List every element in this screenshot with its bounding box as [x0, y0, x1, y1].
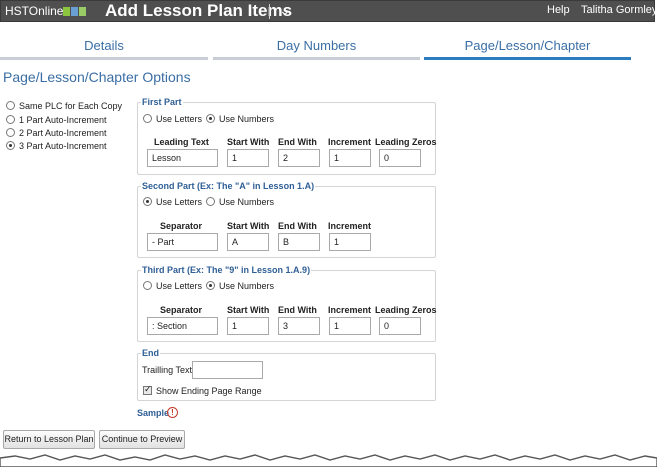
first-end-input[interactable]: 2 [278, 149, 320, 167]
radio-icon[interactable] [206, 114, 215, 123]
radio-icon[interactable] [6, 115, 15, 124]
tab-page-lesson-chapter-bar [424, 57, 631, 60]
start-with-header: Start With [227, 305, 270, 315]
radio-icon[interactable] [6, 101, 15, 110]
separator-header: Separator [160, 305, 203, 315]
option-label: Use Letters [156, 197, 203, 207]
second-use-letters[interactable]: Use Letters [143, 197, 202, 207]
tab-details-bar [0, 57, 208, 60]
second-start-input[interactable]: A [227, 233, 269, 251]
third-separator-input[interactable]: : Section [147, 317, 218, 335]
option-label: Use Numbers [219, 281, 275, 291]
logo-text[interactable]: HSTOnline [5, 4, 63, 18]
radio-icon[interactable] [206, 281, 215, 290]
show-ending-range[interactable]: Show Ending Page Range [143, 384, 262, 396]
plc-mode-3-part[interactable]: 3 Part Auto-Increment [6, 141, 107, 151]
third-end-input[interactable]: 3 [278, 317, 320, 335]
radio-icon[interactable] [143, 281, 152, 290]
end-with-header: End With [278, 137, 317, 147]
leading-zeros-header: Leading Zeros [375, 305, 437, 315]
leading-zeros-header: Leading Zeros [375, 137, 437, 147]
checkbox-label: Show Ending Page Range [156, 386, 262, 396]
warning-icon[interactable]: ! [167, 407, 178, 418]
plc-mode-label: 1 Part Auto-Increment [19, 115, 107, 125]
tab-details[interactable]: Details [0, 38, 208, 60]
help-link[interactable]: Help [547, 4, 570, 16]
increment-header: Increment [328, 137, 372, 147]
third-leading-zeros-input[interactable]: 0 [379, 317, 421, 335]
plc-mode-same[interactable]: Same PLC for Each Copy [6, 101, 122, 111]
increment-header: Increment [328, 221, 372, 231]
first-use-letters[interactable]: Use Letters [143, 114, 202, 124]
first-leading-zeros-input[interactable]: 0 [379, 149, 421, 167]
third-use-numbers[interactable]: Use Numbers [206, 281, 274, 291]
continue-button[interactable]: Continue to Preview [99, 430, 185, 449]
chevron-down-icon[interactable]: ⌄ [279, 2, 291, 19]
trailing-text-input[interactable] [192, 361, 263, 379]
radio-icon[interactable] [6, 128, 15, 137]
tab-day-numbers-label: Day Numbers [276, 38, 357, 53]
second-end-input[interactable]: B [278, 233, 320, 251]
tab-page-lesson-chapter[interactable]: Page/Lesson/Chapter [424, 38, 631, 60]
option-label: Use Letters [156, 114, 203, 124]
app-header: HSTOnline Add Lesson Plan Items ⌄ Help T… [0, 0, 657, 22]
option-label: Use Numbers [219, 197, 275, 207]
first-use-numbers[interactable]: Use Numbers [206, 114, 274, 124]
end-with-header: End With [278, 305, 317, 315]
separator-header: Separator [160, 221, 203, 231]
tab-day-numbers-bar [213, 57, 420, 60]
radio-icon[interactable] [6, 141, 15, 150]
tab-page-lesson-chapter-label: Page/Lesson/Chapter [464, 38, 591, 53]
torn-edge [0, 454, 657, 467]
second-separator-input[interactable]: - Part [147, 233, 218, 251]
leading-text-header: Leading Text [154, 137, 209, 147]
plc-mode-label: 2 Part Auto-Increment [19, 128, 107, 138]
plc-mode-2-part[interactable]: 2 Part Auto-Increment [6, 128, 107, 138]
tab-details-label: Details [84, 38, 124, 53]
option-label: Use Numbers [219, 114, 275, 124]
second-use-numbers[interactable]: Use Numbers [206, 197, 274, 207]
user-menu[interactable]: Talitha Gormley [581, 4, 657, 16]
third-start-input[interactable]: 1 [227, 317, 269, 335]
radio-icon[interactable] [143, 197, 152, 206]
option-label: Use Letters [156, 281, 203, 291]
first-increment-input[interactable]: 1 [329, 149, 371, 167]
radio-icon[interactable] [143, 114, 152, 123]
third-increment-input[interactable]: 1 [329, 317, 371, 335]
third-part-title: Third Part (Ex: The "9" in Lesson 1.A.9) [141, 265, 312, 275]
checkbox-icon[interactable] [143, 384, 152, 395]
title-divider [269, 4, 270, 19]
start-with-header: Start With [227, 221, 270, 231]
first-start-input[interactable]: 1 [227, 149, 269, 167]
second-increment-input[interactable]: 1 [329, 233, 371, 251]
end-title: End [141, 348, 160, 358]
second-part-title: Second Part (Ex: The "A" in Lesson 1.A) [141, 181, 316, 191]
increment-header: Increment [328, 305, 372, 315]
page-title: Add Lesson Plan Items [105, 1, 293, 20]
third-use-letters[interactable]: Use Letters [143, 281, 202, 291]
logo-icon [63, 7, 87, 17]
start-with-header: Start With [227, 137, 270, 147]
radio-icon[interactable] [206, 197, 215, 206]
plc-mode-label: 3 Part Auto-Increment [19, 141, 107, 151]
end-with-header: End With [278, 221, 317, 231]
sample-label: Sample [137, 408, 170, 418]
plc-mode-1-part[interactable]: 1 Part Auto-Increment [6, 115, 107, 125]
plc-mode-label: Same PLC for Each Copy [19, 101, 123, 111]
first-part-title: First Part [141, 97, 183, 107]
return-button[interactable]: Return to Lesson Plan [3, 430, 95, 449]
leading-text-input[interactable]: Lesson [147, 149, 218, 167]
section-title: Page/Lesson/Chapter Options [3, 69, 191, 85]
trailing-text-label: Trailling Text [142, 365, 193, 375]
tab-day-numbers[interactable]: Day Numbers [213, 38, 420, 60]
